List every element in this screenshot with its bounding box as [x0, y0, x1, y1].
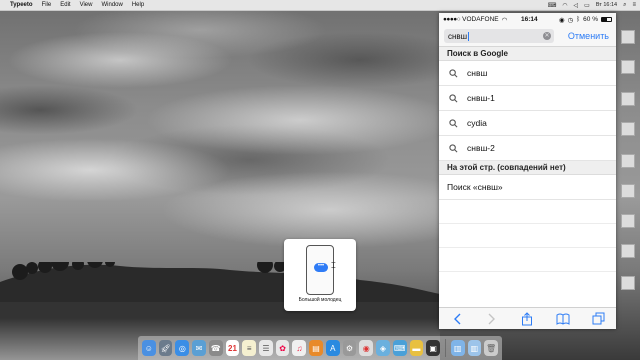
- desktop-file-icon[interactable]: [620, 214, 636, 228]
- desktop-file-icon[interactable]: [620, 122, 636, 136]
- signal-dots-icon: ●●●●○: [443, 16, 461, 23]
- battery-menu-icon[interactable]: ▭: [584, 2, 590, 9]
- alarm-icon: ◷: [567, 16, 574, 24]
- find-on-page-label: Поиск «снвш»: [447, 182, 503, 192]
- menu-help[interactable]: Help: [132, 2, 144, 8]
- desktop-file-icon[interactable]: [620, 30, 636, 44]
- downloads-folder-icon[interactable]: ▥: [450, 340, 465, 356]
- app-store-icon[interactable]: A: [325, 340, 340, 356]
- search-icon: [449, 93, 458, 102]
- notes-icon[interactable]: ≡: [242, 340, 257, 356]
- menu-file[interactable]: File: [42, 2, 52, 8]
- desktop-file-icon[interactable]: [620, 244, 636, 258]
- suggestion-item[interactable]: cydia: [439, 111, 616, 136]
- mail-icon[interactable]: ✉: [192, 340, 206, 356]
- text-caret: [468, 31, 470, 41]
- screenshot-icon[interactable]: ▣: [426, 340, 440, 356]
- typeeto-icon[interactable]: ⌨: [392, 340, 407, 356]
- preview-icon[interactable]: ◈: [376, 340, 390, 356]
- menu-clock[interactable]: Вт 16:14: [596, 2, 617, 8]
- keyboard-icon[interactable]: ⌨: [548, 2, 557, 9]
- page-section-header: На этой стр. (совпадений нет): [439, 161, 616, 175]
- menu-edit[interactable]: Edit: [60, 2, 70, 8]
- notification-center-icon[interactable]: ≡: [632, 2, 636, 8]
- clear-icon[interactable]: ✕: [543, 32, 551, 40]
- dock: ☺ 🚀︎ ◎ ✉ ☎ 21 ≡ ☰ ✿ ♫ ▤ A ⚙ ◉ ◈ ⌨ ▬ ▣ ▥ …: [138, 336, 502, 360]
- itunes-icon[interactable]: ♫: [292, 340, 307, 356]
- dock-separator: [444, 339, 446, 357]
- photos-icon[interactable]: ✿: [275, 340, 290, 356]
- wifi-icon: ◠: [501, 16, 508, 24]
- system-preferences-icon[interactable]: ⚙: [342, 340, 357, 356]
- search-input[interactable]: снвш ✕: [444, 29, 554, 43]
- desktop-files-column: [616, 30, 640, 320]
- desktop-file-icon[interactable]: [620, 92, 636, 106]
- menu-window[interactable]: Window: [101, 2, 122, 8]
- carrier-label: VODAFONE: [462, 16, 499, 23]
- suggestion-item[interactable]: снвш-2: [439, 136, 616, 161]
- desktop-file-icon[interactable]: [620, 60, 636, 74]
- search-icon: [449, 118, 458, 127]
- safari-toolbar: [439, 307, 616, 329]
- desktop-file-icon[interactable]: [620, 276, 636, 290]
- battery-icon: [601, 17, 612, 22]
- search-row: снвш ✕ Отменить: [439, 26, 616, 47]
- search-icon: [449, 68, 458, 77]
- safari-icon[interactable]: ◎: [175, 340, 190, 356]
- battery-percent: 60 %: [583, 16, 598, 23]
- search-icon: [449, 143, 458, 152]
- spotlight-icon[interactable]: ⌕: [623, 2, 626, 9]
- lock-rotation-icon: ◉: [558, 16, 565, 24]
- empty-row: [439, 248, 616, 272]
- volume-icon[interactable]: ◁: [574, 2, 579, 9]
- share-icon[interactable]: [520, 311, 534, 326]
- finder-icon[interactable]: ☺: [142, 340, 156, 356]
- forward-icon[interactable]: [485, 312, 499, 326]
- contacts-icon[interactable]: ☎: [208, 340, 223, 356]
- wifi-icon[interactable]: ◠: [562, 2, 567, 9]
- suggestion-label: снвш-1: [467, 93, 495, 103]
- search-query: снвш: [448, 31, 468, 41]
- bluetooth-icon: ᛒ: [576, 16, 581, 23]
- iphone-safari-window: ●●●●○ VODAFONE ◠ 16:14 ◉ ◷ ᛒ 60 % снвш ✕…: [439, 13, 616, 329]
- back-icon[interactable]: [450, 312, 464, 326]
- status-time: 16:14: [521, 16, 538, 23]
- menu-bar-extras: ⌨ ◠ ◁ ▭ Вт 16:14 ⌕ ≡: [548, 2, 640, 9]
- menu-view[interactable]: View: [80, 2, 93, 8]
- text-cursor-icon: ⌶: [331, 261, 336, 270]
- bookmarks-icon[interactable]: [556, 312, 570, 326]
- desktop-file-icon[interactable]: [620, 184, 636, 198]
- trash-icon[interactable]: 🗑︎: [484, 340, 498, 356]
- message-bubble-icon: •••: [314, 263, 328, 272]
- suggestion-label: cydia: [467, 118, 487, 128]
- menu-bar: Typeeto File Edit View Window Help ⌨ ◠ ◁…: [0, 0, 640, 11]
- desktop-file-icon[interactable]: [620, 154, 636, 168]
- menu-app-name[interactable]: Typeeto: [10, 2, 33, 8]
- launchpad-icon[interactable]: 🚀︎: [158, 340, 173, 356]
- suggestion-label: снвш: [467, 68, 488, 78]
- chrome-icon[interactable]: ◉: [359, 340, 374, 356]
- notes-app-icon[interactable]: ▬: [409, 340, 424, 356]
- empty-row: [439, 224, 616, 248]
- suggestion-item[interactable]: снвш-1: [439, 86, 616, 111]
- reminders-icon[interactable]: ☰: [259, 340, 273, 356]
- suggestion-item[interactable]: снвш: [439, 61, 616, 86]
- find-on-page-item[interactable]: Поиск «снвш»: [439, 175, 616, 200]
- empty-row: [439, 200, 616, 224]
- google-section-header: Поиск в Google: [439, 47, 616, 61]
- suggestion-label: снвш-2: [467, 143, 495, 153]
- tabs-icon[interactable]: [591, 312, 605, 326]
- calendar-icon[interactable]: 21: [225, 340, 240, 356]
- notification-popup[interactable]: ••• ⌶ Большой молодец: [284, 239, 356, 311]
- documents-folder-icon[interactable]: ▥: [467, 340, 482, 356]
- popup-caption: Большой молодец: [298, 297, 342, 303]
- cancel-button[interactable]: Отменить: [568, 31, 611, 41]
- ibooks-icon[interactable]: ▤: [309, 340, 323, 356]
- ios-status-bar: ●●●●○ VODAFONE ◠ 16:14 ◉ ◷ ᛒ 60 %: [439, 13, 616, 26]
